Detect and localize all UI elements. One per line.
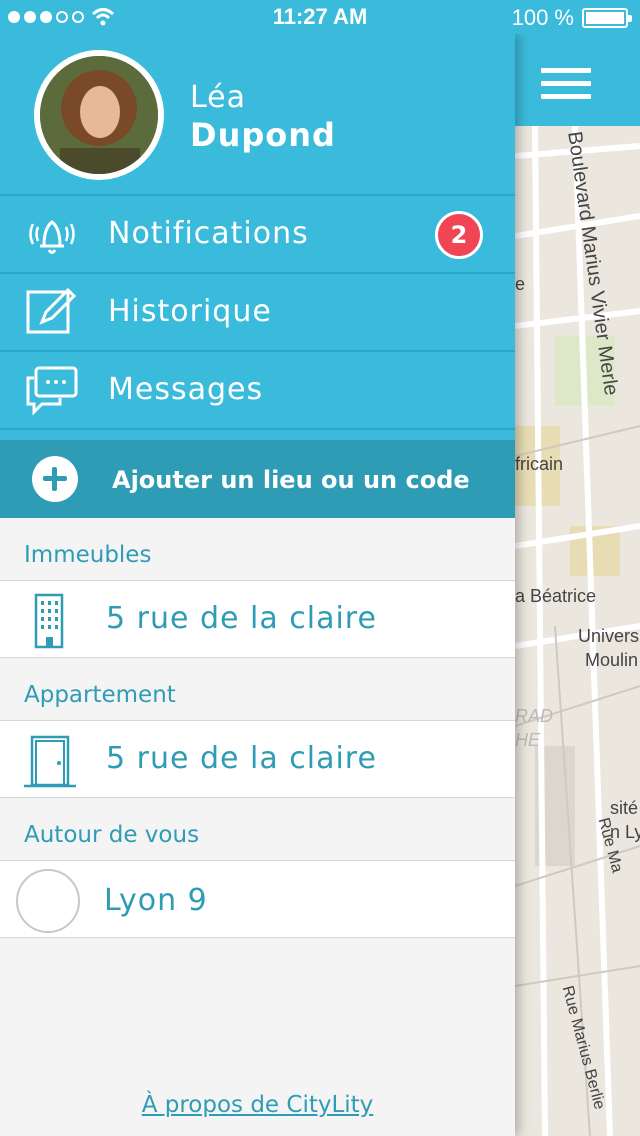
edit-icon	[26, 287, 77, 334]
bell-icon	[29, 220, 75, 254]
menu-item-messages[interactable]: Messages	[0, 352, 515, 430]
list-item-label: 5 rue de la claire	[106, 601, 377, 636]
menu-item-label: Historique	[108, 294, 272, 329]
list-item-label: Lyon 9	[104, 883, 208, 918]
list-item-label: 5 rue de la claire	[106, 741, 377, 776]
menu-item-label: Messages	[108, 372, 264, 407]
map-label: HE	[515, 730, 541, 750]
menu-item-historique[interactable]: Historique	[0, 274, 515, 352]
map-label: RAD	[515, 706, 554, 726]
side-drawer: Léa Dupond Notifications 2 Historique Me…	[0, 34, 515, 1136]
battery-percentage: 100 %	[511, 5, 574, 30]
add-place-button[interactable]: Ajouter un lieu ou un code	[0, 440, 515, 518]
menu-item-label: Notifications	[108, 216, 309, 251]
map-label: Moulin	[585, 650, 639, 670]
building-icon	[34, 593, 64, 649]
menu-divider	[0, 430, 515, 440]
list-item-autour[interactable]: Lyon 9	[0, 860, 515, 938]
battery-icon	[582, 8, 632, 28]
map-label: Univers	[578, 626, 640, 646]
map-view[interactable]: Boulevard Marius Vivier Merle e fricain …	[515, 34, 640, 1136]
status-bar: 11:27 AM 100 %	[0, 0, 640, 34]
section-title-appartement: Appartement	[24, 682, 176, 708]
map-label: sité	[610, 798, 639, 818]
placeholder-circle-icon	[16, 869, 80, 933]
section-title-autour: Autour de vous	[24, 822, 200, 848]
section-title-immeubles: Immeubles	[24, 542, 152, 568]
map-label: fricain	[515, 454, 564, 474]
plus-icon	[32, 456, 78, 502]
avatar[interactable]	[34, 50, 164, 180]
map-label: e	[515, 274, 526, 294]
menu-item-notifications[interactable]: Notifications 2	[0, 196, 515, 274]
chat-icon	[26, 366, 78, 416]
door-icon	[24, 735, 76, 788]
user-first-name: Léa	[190, 80, 247, 115]
hamburger-menu-icon[interactable]	[541, 68, 591, 102]
map-label: a Béatrice	[515, 586, 597, 606]
profile-header[interactable]: Léa Dupond	[0, 34, 515, 196]
user-last-name: Dupond	[190, 116, 336, 154]
list-item-appartement[interactable]: 5 rue de la claire	[0, 720, 515, 798]
about-link[interactable]: À propos de CityLity	[0, 1092, 515, 1118]
map-header	[515, 34, 640, 126]
notification-badge: 2	[435, 211, 483, 259]
add-place-label: Ajouter un lieu ou un code	[112, 466, 470, 494]
list-item-immeuble[interactable]: 5 rue de la claire	[0, 580, 515, 658]
